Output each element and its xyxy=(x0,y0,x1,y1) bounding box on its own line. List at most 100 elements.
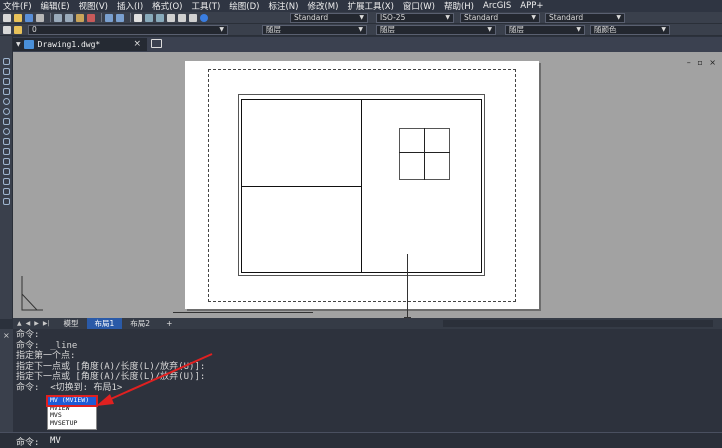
spline-icon[interactable] xyxy=(3,118,10,125)
chevron-down-icon: ▼ xyxy=(487,26,492,33)
layer-state-icon[interactable] xyxy=(14,25,22,34)
undo-icon[interactable] xyxy=(105,13,113,22)
chevron-down-icon: ▼ xyxy=(358,26,363,33)
table-icon[interactable] xyxy=(3,188,10,195)
autocomplete-list: MV (MVIEW) MVIEW MVS MVSETUP xyxy=(46,395,98,430)
arc-icon[interactable] xyxy=(3,98,10,105)
dim-style-value: ISO-25 xyxy=(380,13,406,22)
lineweight-select[interactable]: 随层 ▼ xyxy=(505,25,585,35)
rectangle-icon[interactable] xyxy=(3,88,10,95)
layer-manager-icon[interactable] xyxy=(3,25,11,34)
properties-icon[interactable] xyxy=(167,13,175,22)
region-icon[interactable] xyxy=(3,178,10,185)
add-layout-tab[interactable]: + xyxy=(158,318,180,329)
pan-icon[interactable] xyxy=(134,13,142,22)
menu-item-13[interactable]: APP+ xyxy=(520,1,543,11)
menu-item-0[interactable]: 文件(F) xyxy=(3,0,32,12)
print-icon[interactable] xyxy=(36,13,44,22)
drawing-canvas[interactable]: – ▫ × xyxy=(13,52,722,324)
menu-item-1[interactable]: 编辑(E) xyxy=(41,0,70,12)
menu-item-4[interactable]: 格式(O) xyxy=(152,0,182,12)
document-tab[interactable]: ▼ Drawing1.dwg* × xyxy=(13,38,147,51)
help-icon[interactable] xyxy=(200,13,208,22)
last-tab-icon[interactable]: ▶| xyxy=(43,320,50,327)
command-history-text: 命令: 命令: _line 指定第一个点: 指定下一点或 [角度(A)/长度(L)/放… xyxy=(16,330,205,393)
match-properties-icon[interactable] xyxy=(87,13,95,22)
autocomplete-item[interactable]: MV (MVIEW) xyxy=(46,395,98,407)
ucs-icon xyxy=(21,276,43,311)
make-block-icon[interactable] xyxy=(3,148,10,155)
autocomplete-item[interactable]: MVIEW xyxy=(48,405,96,413)
menu-item-2[interactable]: 视图(V) xyxy=(79,0,108,12)
menu-item-10[interactable]: 窗口(W) xyxy=(403,0,435,12)
menu-item-3[interactable]: 插入(I) xyxy=(117,0,143,12)
mtext-icon[interactable] xyxy=(3,198,10,205)
prev-tab-icon[interactable]: ◀ xyxy=(26,320,31,327)
zoom-icon[interactable] xyxy=(145,13,153,22)
command-input[interactable] xyxy=(50,434,710,447)
viewport-window-controls[interactable]: – ▫ × xyxy=(687,58,718,67)
document-title: Drawing1.dwg* xyxy=(37,40,101,49)
autocomplete-item[interactable]: MVSETUP xyxy=(48,420,96,428)
line-icon[interactable] xyxy=(3,58,10,65)
multileader-style-value: Standard xyxy=(549,13,584,22)
polyline-icon[interactable] xyxy=(3,68,10,75)
chevron-down-icon: ▼ xyxy=(445,14,450,21)
redo-icon[interactable] xyxy=(116,13,124,22)
command-history-line: 命令: _line xyxy=(16,340,78,351)
ellipse-icon[interactable] xyxy=(3,128,10,135)
menu-item-8[interactable]: 修改(M) xyxy=(307,0,338,12)
text-style-select[interactable]: Standard ▼ xyxy=(290,13,368,23)
menu-item-9[interactable]: 扩展工具(X) xyxy=(347,0,393,12)
tab-layout2[interactable]: 布局2 xyxy=(122,318,158,329)
first-tab-icon[interactable]: ▲ xyxy=(17,320,22,327)
command-prompt: 命令: xyxy=(16,438,40,448)
insert-block-icon[interactable] xyxy=(3,138,10,145)
save-icon[interactable] xyxy=(25,13,33,22)
table-style-select[interactable]: Standard ▼ xyxy=(460,13,540,23)
new-tab-icon[interactable] xyxy=(151,39,162,48)
multileader-style-select[interactable]: Standard ▼ xyxy=(545,13,625,23)
toolbar-separator xyxy=(101,13,102,22)
menu-item-11[interactable]: 帮助(H) xyxy=(444,0,474,12)
close-tab-icon[interactable]: × xyxy=(133,39,141,49)
menu-item-6[interactable]: 绘图(D) xyxy=(229,0,259,12)
chevron-down-icon: ▼ xyxy=(531,14,536,21)
crosshair-vertical xyxy=(407,254,408,324)
table-style-value: Standard xyxy=(464,13,499,22)
menu-item-12[interactable]: ArcGIS xyxy=(483,1,511,11)
design-center-icon[interactable] xyxy=(178,13,186,22)
horizontal-scrollbar[interactable] xyxy=(443,320,713,327)
new-file-icon[interactable] xyxy=(3,13,11,22)
draw-toolbar xyxy=(0,36,13,319)
point-icon[interactable] xyxy=(3,158,10,165)
linetype-select[interactable]: 随层 ▼ xyxy=(376,25,496,35)
tab-model[interactable]: 模型 xyxy=(56,318,87,329)
paste-icon[interactable] xyxy=(76,13,84,22)
menu-arrow-icon[interactable]: ▼ xyxy=(16,41,21,48)
command-window-handle[interactable]: × xyxy=(0,329,13,432)
open-file-icon[interactable] xyxy=(14,13,22,22)
menu-item-5[interactable]: 工具(T) xyxy=(191,0,220,12)
hatch-icon[interactable] xyxy=(3,168,10,175)
dim-style-select[interactable]: ISO-25 ▼ xyxy=(376,13,454,23)
layer-select[interactable]: 0 ▼ xyxy=(28,25,228,35)
toolbar-separator xyxy=(130,13,131,22)
next-tab-icon[interactable]: ▶ xyxy=(34,320,39,327)
cut-icon[interactable] xyxy=(54,13,62,22)
circle-icon[interactable] xyxy=(3,108,10,115)
lineweight-value: 随层 xyxy=(509,25,524,34)
polygon-icon[interactable] xyxy=(3,78,10,85)
plot-style-select[interactable]: 随颜色 ▼ xyxy=(590,25,670,35)
close-icon[interactable]: × xyxy=(3,331,10,340)
tool-palette-icon[interactable] xyxy=(189,13,197,22)
drawing-file-icon xyxy=(23,40,34,49)
command-history: 命令: 命令: _line 指定第一个点: 指定下一点或 [角度(A)/长度(L)/放… xyxy=(13,329,722,432)
zoom-previous-icon[interactable] xyxy=(156,13,164,22)
autocomplete-item[interactable]: MVS xyxy=(48,412,96,420)
color-select[interactable]: 随层 ▼ xyxy=(262,25,367,35)
tab-layout1[interactable]: 布局1 xyxy=(86,318,123,329)
copy-icon[interactable] xyxy=(65,13,73,22)
linetype-value: 随层 xyxy=(380,25,395,34)
menu-item-7[interactable]: 标注(N) xyxy=(268,0,298,12)
